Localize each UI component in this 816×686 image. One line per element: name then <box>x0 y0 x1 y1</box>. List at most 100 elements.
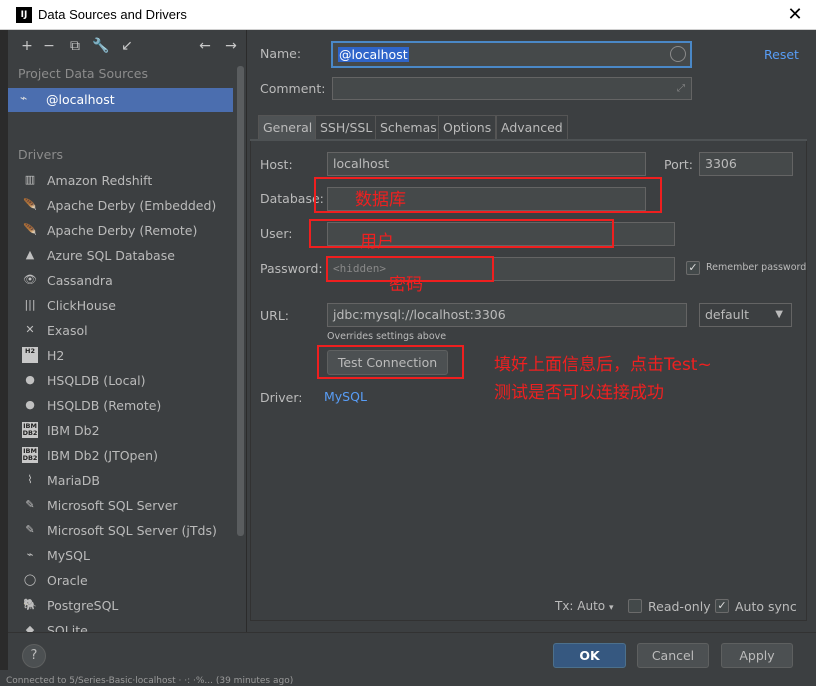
name-label: Name: <box>260 46 302 61</box>
tab-general[interactable]: General <box>258 115 318 139</box>
driver-label: ClickHouse <box>47 298 116 313</box>
jump-to-source-icon[interactable]: ↙ <box>118 38 136 54</box>
driver-item[interactable]: ◆ SQLite <box>8 618 233 632</box>
sqlite-icon: ◆ <box>25 623 35 632</box>
driver-label: Microsoft SQL Server <box>47 498 178 513</box>
name-value: @localhost <box>338 47 409 62</box>
expand-icon[interactable]: ⤢ <box>677 78 685 100</box>
tab-schemas[interactable]: Schemas <box>375 115 442 139</box>
azure-icon: ▲ <box>25 248 35 261</box>
apply-button[interactable]: Apply <box>721 643 793 668</box>
driver-item[interactable]: ◯ Oracle <box>8 568 233 592</box>
auto-sync-checkbox[interactable]: ✓ <box>715 599 729 613</box>
driver-item[interactable]: ▥ Amazon Redshift <box>8 168 233 192</box>
read-only-label: Read-only <box>648 599 711 614</box>
auto-sync-label: Auto sync <box>735 599 797 614</box>
h2-icon: H2 <box>22 347 38 363</box>
driver-label: Azure SQL Database <box>47 248 175 263</box>
driver-item[interactable]: IBM DB2 IBM Db2 (JTOpen) <box>8 443 233 467</box>
data-source-label: @localhost <box>46 92 115 107</box>
host-input[interactable]: localhost <box>327 152 646 176</box>
driver-item[interactable]: 👁 Cassandra <box>8 268 233 292</box>
driver-item[interactable]: ✕ Exasol <box>8 318 233 342</box>
close-window-button[interactable]: ✕ <box>780 0 810 30</box>
driver-item[interactable]: ⌁ MySQL <box>8 543 233 567</box>
tab-advanced[interactable]: Advanced <box>496 115 568 139</box>
port-input[interactable]: 3306 <box>699 152 793 176</box>
password-label: Password: <box>260 261 323 276</box>
hsqldb-icon: ● <box>25 373 35 386</box>
ok-button[interactable]: OK <box>553 643 626 668</box>
driver-item[interactable]: 🪶 Apache Derby (Remote) <box>8 218 233 242</box>
driver-item[interactable]: 🐘 PostgreSQL <box>8 593 233 617</box>
comment-input[interactable]: ⤢ <box>332 77 692 100</box>
data-source-localhost[interactable]: ⌁ @localhost <box>8 88 233 112</box>
ide-status-bar: Connected to 5/Series-Basic·localhost · … <box>0 676 816 686</box>
bottom-separator <box>8 632 816 633</box>
back-icon[interactable]: ← <box>196 38 214 54</box>
instruction-line-1: 填好上面信息后，点击Test~ <box>494 355 712 375</box>
driver-link[interactable]: MySQL <box>324 389 367 404</box>
test-connection-annotation-box <box>317 345 464 379</box>
driver-item[interactable]: H2 H2 <box>8 343 233 367</box>
driver-item[interactable]: ⌇ MariaDB <box>8 468 233 492</box>
driver-label: H2 <box>47 348 65 363</box>
title-bar: IJ Data Sources and Drivers ✕ <box>0 0 816 30</box>
panel-divider[interactable] <box>246 30 247 632</box>
port-label: Port: <box>664 157 693 172</box>
url-label: URL: <box>260 308 290 323</box>
tab-ssh-ssl[interactable]: SSH/SSL <box>315 115 378 139</box>
remember-password-checkbox[interactable]: ✓ <box>686 261 700 275</box>
host-label: Host: <box>260 157 293 172</box>
ibm-db2-icon: IBM DB2 <box>22 447 38 463</box>
name-color-circle-icon[interactable] <box>670 46 686 62</box>
driver-label: Oracle <box>47 573 88 588</box>
remember-password-label: Remember password <box>706 262 807 273</box>
duplicate-icon[interactable]: ⧉ <box>66 38 84 54</box>
url-input[interactable]: jdbc:mysql://localhost:3306 <box>327 303 687 327</box>
driver-label: HSQLDB (Remote) <box>47 398 162 413</box>
name-input[interactable]: @localhost <box>331 41 692 68</box>
drivers-heading: Drivers <box>18 147 63 162</box>
driver-item[interactable]: ▲ Azure SQL Database <box>8 243 233 267</box>
driver-item[interactable]: ✎ Microsoft SQL Server (jTds) <box>8 518 233 542</box>
driver-item[interactable]: ● HSQLDB (Local) <box>8 368 233 392</box>
tab-options[interactable]: Options <box>438 115 497 139</box>
driver-label: Driver: <box>260 390 303 405</box>
cassandra-icon: 👁 <box>23 273 37 286</box>
url-mode-select[interactable]: default ▼ <box>699 303 792 327</box>
user-annotation-box <box>309 219 614 248</box>
user-annotation-text: 用户 <box>360 232 394 252</box>
tx-mode-dropdown[interactable]: Tx: Auto ▾ <box>555 599 614 613</box>
database-annotation-text: 数据库 <box>355 190 406 210</box>
comment-label: Comment: <box>260 81 326 96</box>
tx-mode-label: Tx: Auto <box>555 599 606 613</box>
mysql-icon: ⌁ <box>26 548 34 561</box>
add-icon[interactable]: + <box>18 38 36 54</box>
ide-background-strip <box>0 30 8 670</box>
drivers-scrollbar[interactable] <box>237 66 244 536</box>
forward-icon[interactable]: → <box>222 38 240 54</box>
clickhouse-icon: ||| <box>24 298 36 311</box>
wrench-icon[interactable]: 🔧 <box>92 38 110 54</box>
driver-item[interactable]: IBM DB2 IBM Db2 <box>8 418 233 442</box>
postgresql-icon: 🐘 <box>23 598 37 611</box>
mariadb-icon: ⌇ <box>27 473 33 486</box>
driver-item[interactable]: ||| ClickHouse <box>8 293 233 317</box>
driver-label: IBM Db2 <box>47 423 100 438</box>
remove-icon[interactable]: − <box>40 38 58 54</box>
driver-label: Apache Derby (Remote) <box>47 223 198 238</box>
driver-item[interactable]: ✎ Microsoft SQL Server <box>8 493 233 517</box>
read-only-checkbox[interactable] <box>628 599 642 613</box>
driver-label: Cassandra <box>47 273 113 288</box>
mssql-icon: ✎ <box>25 498 35 511</box>
driver-item[interactable]: ● HSQLDB (Remote) <box>8 393 233 417</box>
driver-label: Microsoft SQL Server (jTds) <box>47 523 217 538</box>
reset-link[interactable]: Reset <box>764 47 799 62</box>
driver-label: Apache Derby (Embedded) <box>47 198 217 213</box>
cancel-button[interactable]: Cancel <box>637 643 709 668</box>
intellij-app-icon: IJ <box>16 7 32 23</box>
driver-item[interactable]: 🪶 Apache Derby (Embedded) <box>8 193 233 217</box>
chevron-down-icon: ▾ <box>608 603 614 613</box>
help-button[interactable]: ? <box>22 644 46 668</box>
